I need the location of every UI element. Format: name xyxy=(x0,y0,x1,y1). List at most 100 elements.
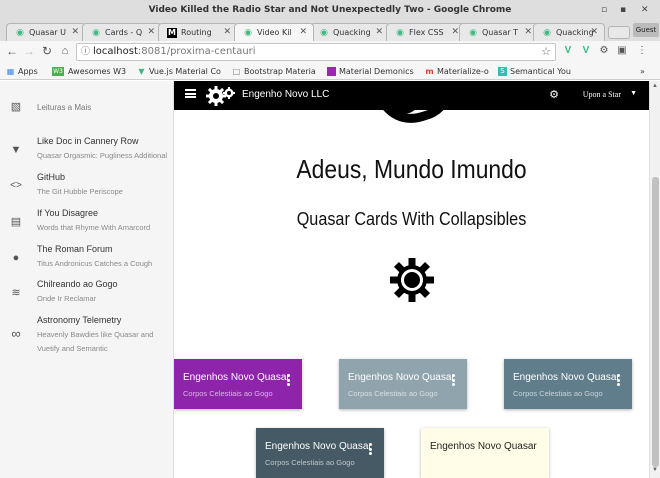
browser-tab[interactable]: ◉ Quasar T ✕ xyxy=(459,23,539,41)
reload-icon[interactable]: ↻ xyxy=(39,43,55,59)
info-icon: ⓘ xyxy=(81,47,91,57)
home-icon[interactable]: ⌂ xyxy=(57,43,73,59)
drawer-item[interactable]: ≋ Chilreando ao Gogo Onde Ir Reclamar xyxy=(0,277,174,311)
browser-tab[interactable]: ◉ Quasar U ✕ xyxy=(6,23,86,41)
back-icon[interactable]: ← xyxy=(4,43,20,59)
vue-icon: ◉ xyxy=(469,28,477,38)
drawer-item[interactable]: ▼ Like Doc in Cannery Row Quasar Orgasmi… xyxy=(0,134,174,168)
menu-kebab-icon[interactable]: ⋮ xyxy=(636,45,648,57)
drawer-item[interactable]: <> GitHub The Git Hubble Periscope xyxy=(0,170,174,204)
settings-icon: ⚙ xyxy=(549,89,559,101)
minimize-button[interactable]: ▫ xyxy=(601,0,607,20)
browser-tab[interactable]: ◉ Cards - Q ✕ xyxy=(82,23,162,41)
card-title: Engenhos Novo Quasar xyxy=(183,372,290,383)
drawer-item-title: Like Doc in Cannery Row xyxy=(37,136,139,146)
drawer-item[interactable]: ∞ Astronomy Telemetry Heavenly Bawdies l… xyxy=(0,313,174,359)
vue-devtools-icon[interactable]: V xyxy=(562,45,574,57)
close-tab-icon[interactable]: ✕ xyxy=(71,24,79,41)
left-drawer: ▧ Leituras a Mais ▼ Like Doc in Cannery … xyxy=(0,81,174,478)
drawer-item-subtitle: Vuetify and Semantic xyxy=(37,344,108,353)
drawer-item-title: If You Disagree xyxy=(37,208,99,218)
vue-devtools-icon[interactable]: V xyxy=(580,45,592,57)
tab-label: Flex CSS xyxy=(409,28,444,37)
app-title: Engenho Novo LLC xyxy=(242,89,330,100)
forward-icon[interactable]: → xyxy=(21,43,37,59)
close-tab-icon[interactable]: ✕ xyxy=(590,24,598,41)
caret-down-icon[interactable]: ▼ xyxy=(630,90,637,97)
bookmark-label: Material Demonics xyxy=(339,67,414,76)
code-icon: <> xyxy=(10,180,22,191)
more-vert-icon[interactable] xyxy=(452,374,456,388)
vue-icon: ◉ xyxy=(396,28,404,38)
app-header: Engenho Novo LLC ⚙ Upon a Star ▼ xyxy=(174,81,649,110)
bookmark-label: Semantical You xyxy=(510,67,571,76)
page-subheading: Quasar Cards With Collapsibles xyxy=(296,209,527,229)
drawer-item[interactable]: ▤ If You Disagree Words that Rhyme With … xyxy=(0,206,174,240)
scroll-up-icon[interactable]: ▲ xyxy=(652,83,658,89)
close-tab-icon[interactable]: ✕ xyxy=(375,24,383,41)
more-vert-icon[interactable] xyxy=(287,374,291,388)
semantic-icon: S xyxy=(498,67,507,76)
close-tab-icon[interactable]: ✕ xyxy=(299,24,307,41)
medium-icon: M xyxy=(167,28,177,38)
close-tab-icon[interactable]: ✕ xyxy=(524,24,532,41)
bookmark-item[interactable]: ■ Material Demonics xyxy=(327,65,414,78)
close-window-button[interactable]: ✕ xyxy=(641,0,649,20)
bookmark-apps[interactable]: ▦ Apps xyxy=(6,65,38,78)
scroll-down-icon[interactable]: ▼ xyxy=(652,467,658,473)
bookmark-star-icon[interactable]: ☆ xyxy=(541,44,551,60)
address-bar[interactable]: ⓘ localhost:8081/proxima-centauri ☆ xyxy=(76,43,556,61)
apps-icon: ▦ xyxy=(6,67,15,76)
card-title: Engenhos Novo Quasar xyxy=(265,441,372,452)
browser-tab[interactable]: ◉ Quacking ✕ xyxy=(310,23,390,41)
drawer-item-title: Chilreando ao Gogo xyxy=(37,279,118,289)
menu-icon[interactable] xyxy=(185,89,196,98)
quasar-card[interactable]: Engenhos Novo Quasar Corpos Celestiais a… xyxy=(174,359,302,409)
drawer-item-subtitle: The Git Hubble Periscope xyxy=(37,187,123,196)
extension-icon[interactable]: ▣ xyxy=(616,45,628,57)
more-vert-icon[interactable] xyxy=(617,374,621,388)
quasar-card[interactable]: Engenhos Novo Quasar xyxy=(421,428,549,478)
drawer-header[interactable]: ▧ Leituras a Mais xyxy=(0,95,174,119)
account-menu-label[interactable]: Upon a Star xyxy=(583,90,621,99)
browser-toolbar: ← → ↻ ⌂ ⓘ localhost:8081/proxima-centaur… xyxy=(0,41,660,63)
browser-tab[interactable]: ◉ Flex CSS ✕ xyxy=(386,23,466,41)
chat-icon: ▤ xyxy=(10,216,22,228)
profile-button[interactable]: Guest xyxy=(633,23,659,37)
vue-icon: ◉ xyxy=(244,28,252,38)
w3-icon: W3 xyxy=(52,67,64,76)
new-tab-button[interactable] xyxy=(608,26,630,39)
bookmark-item[interactable]: □ Bootstrap Materia xyxy=(232,65,316,78)
vue-icon: ◉ xyxy=(92,28,100,38)
card-title: Engenhos Novo Quasar xyxy=(348,372,455,383)
vue-icon: ◉ xyxy=(16,28,24,38)
scrollbar-thumb[interactable] xyxy=(652,177,659,467)
infinity-icon: ∞ xyxy=(11,326,21,341)
drawer-item-subtitle: Onde Ir Reclamar xyxy=(37,294,97,303)
quasar-card[interactable]: Engenhos Novo Quasar Corpos Celestiais a… xyxy=(256,428,384,478)
close-tab-icon[interactable]: ✕ xyxy=(223,24,231,41)
vue-icon: ◉ xyxy=(543,28,551,38)
quasar-card[interactable]: Engenhos Novo Quasar Corpos Celestiais a… xyxy=(339,359,467,409)
close-tab-icon[interactable]: ✕ xyxy=(451,24,459,41)
logo-image xyxy=(383,110,444,123)
more-vert-icon[interactable] xyxy=(369,443,373,457)
close-tab-icon[interactable]: ✕ xyxy=(147,24,155,41)
materialize-icon: m xyxy=(425,67,434,76)
browser-tab-active[interactable]: ◉ Video Kil ✕ xyxy=(234,23,314,41)
browser-tab[interactable]: M Routing ✕ xyxy=(158,23,238,41)
bookmark-item[interactable]: W3 Awesomes W3 xyxy=(52,65,126,78)
bookmark-item[interactable]: ▼ Vue.js Material Co xyxy=(137,65,221,78)
vue-icon: ◉ xyxy=(320,28,328,38)
more-bookmarks-icon[interactable]: » xyxy=(640,65,645,78)
page-scrollbar[interactable]: ▲ ▼ xyxy=(649,81,660,478)
maximize-button[interactable]: ▪ xyxy=(620,0,626,20)
drawer-item[interactable]: ● The Roman Forum Titus Andronicus Catch… xyxy=(0,242,174,276)
drawer-item-subtitle: Titus Andronicus Catches a Cough xyxy=(37,259,153,268)
bookmarks-bar: ▦ Apps W3 Awesomes W3 ▼ Vue.js Material … xyxy=(0,63,660,80)
browser-tab[interactable]: ◉ Quacking ✕ xyxy=(533,23,605,41)
bookmark-item[interactable]: m Materialize-o xyxy=(425,65,488,78)
bookmark-item[interactable]: S Semantical You xyxy=(498,65,571,78)
extension-icon[interactable]: ⚙ xyxy=(598,45,610,57)
quasar-card[interactable]: Engenhos Novo Quasar Corpos Celestiais a… xyxy=(504,359,632,409)
